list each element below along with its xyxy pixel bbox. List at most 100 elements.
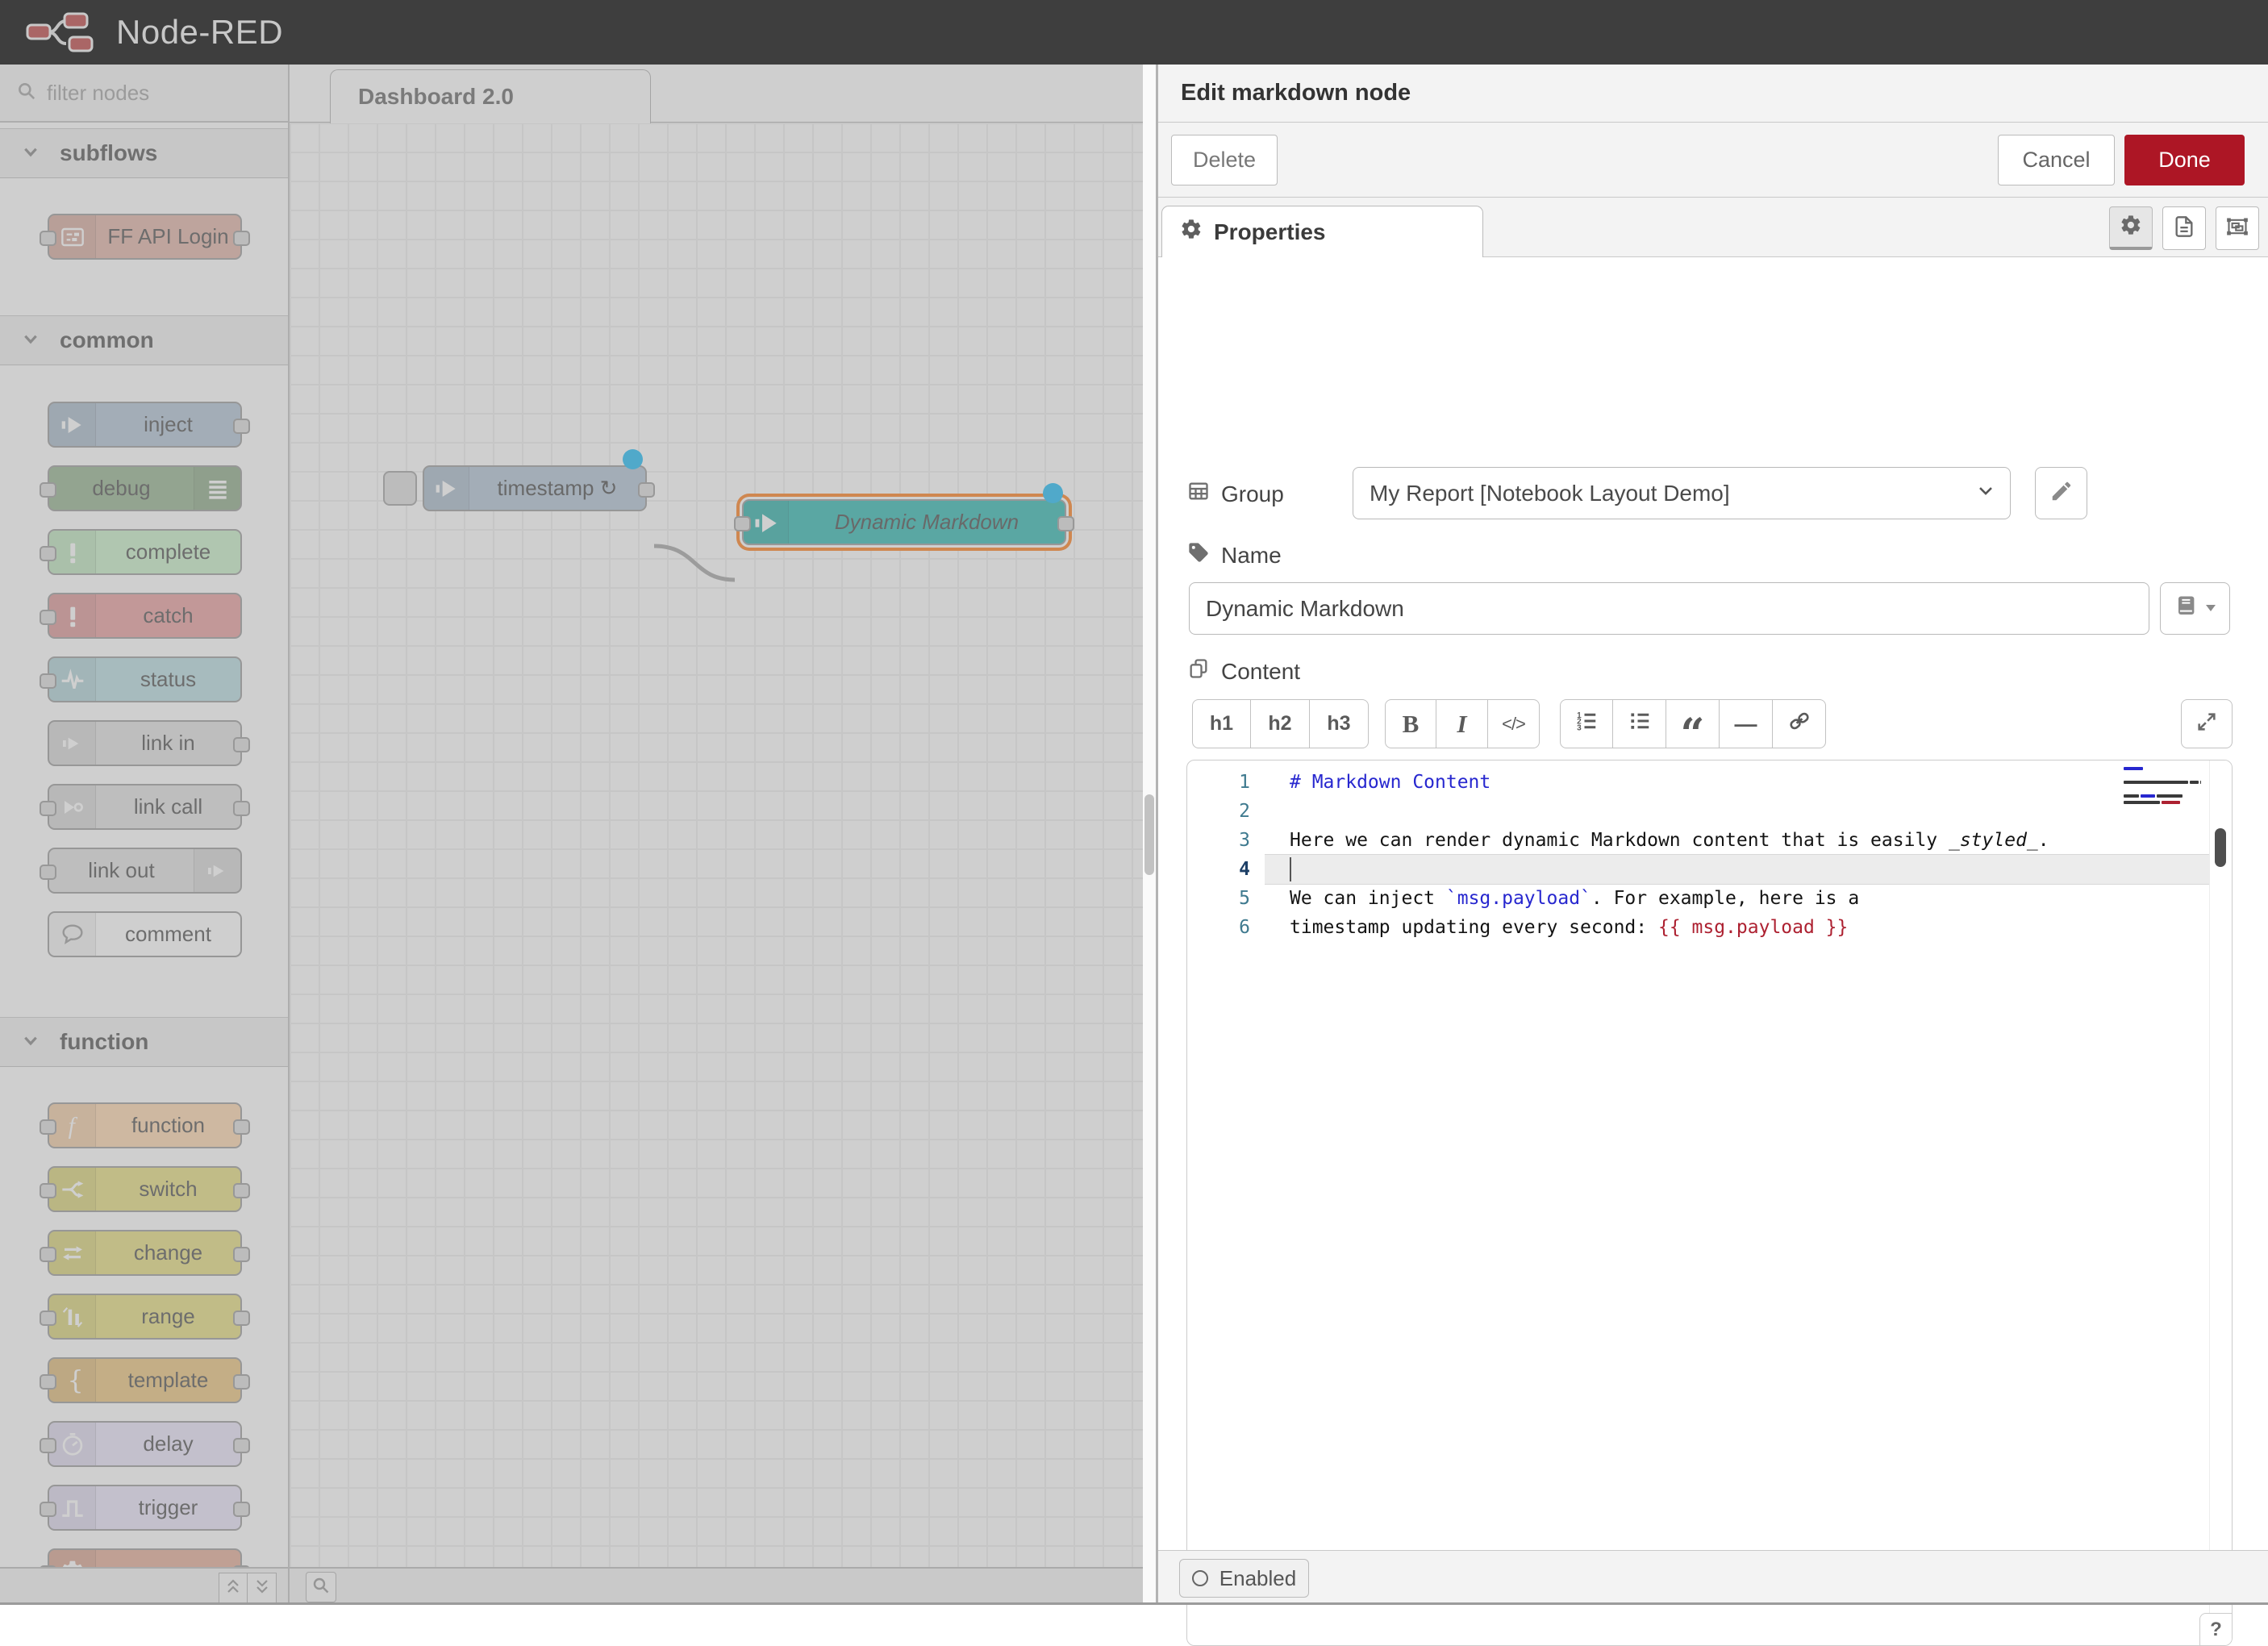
palette-node-range[interactable]: range: [48, 1294, 242, 1340]
palette-node-inject[interactable]: inject: [48, 402, 242, 448]
palette-node-change[interactable]: change: [48, 1230, 242, 1276]
palette-node-label: change: [96, 1231, 240, 1274]
name-field-label: Name: [1187, 541, 1282, 569]
inject-trigger-button[interactable]: [383, 471, 417, 506]
gear-icon: [1180, 218, 1203, 246]
output-port: [233, 419, 250, 434]
cancel-button[interactable]: Cancel: [1998, 135, 2115, 185]
palette-node-trigger[interactable]: trigger: [48, 1485, 242, 1531]
node-red-editor: Node-RED subflowsFF API Logincommoninjec…: [0, 0, 2268, 1605]
palette-node-function[interactable]: ffunction: [48, 1102, 242, 1148]
group-select[interactable]: My Report [Notebook Layout Demo]: [1353, 467, 2011, 519]
expand-icon: [2195, 710, 2218, 737]
token-plain: . For example, here is a: [1591, 888, 1859, 909]
link-button[interactable]: [1773, 699, 1826, 748]
tab-dashboard-2-0[interactable]: Dashboard 2.0: [330, 69, 651, 123]
editor-help-button[interactable]: ?: [2199, 1613, 2232, 1645]
svg-text:f: f: [68, 1113, 77, 1139]
ordered-list-button[interactable]: 123: [1560, 699, 1613, 748]
chevrons-up-icon: [223, 1577, 243, 1600]
output-port: [233, 1119, 250, 1135]
editor-scrollbar-thumb[interactable]: [2215, 828, 2226, 867]
palette-node-debug[interactable]: debug: [48, 465, 242, 511]
palette-node-link-in[interactable]: link in: [48, 720, 242, 766]
palette-node-label: link out: [49, 849, 194, 892]
palette-node-link-out[interactable]: link out: [48, 848, 242, 894]
wire: [290, 181, 1143, 1625]
edit-group-button[interactable]: [2035, 467, 2087, 519]
palette-section-subflows: subflows FF API Login: [0, 128, 288, 315]
name-input[interactable]: [1189, 582, 2149, 635]
bold-button[interactable]: B: [1385, 699, 1436, 748]
palette-category-subflows[interactable]: subflows: [0, 128, 288, 178]
palette-node-link-call[interactable]: link call: [48, 784, 242, 830]
unordered-list-button[interactable]: [1613, 699, 1666, 748]
input-port: [40, 1438, 56, 1453]
markdown-code-editor[interactable]: 1# Markdown Content23Here we can render …: [1186, 760, 2233, 1646]
tab-properties[interactable]: Properties: [1161, 206, 1483, 257]
node-enabled-toggle[interactable]: Enabled: [1179, 1559, 1309, 1598]
palette-node-status[interactable]: status: [48, 656, 242, 702]
node-label: timestamp ↻: [469, 467, 645, 510]
changed-indicator-dot: [1043, 483, 1063, 503]
label-type-button[interactable]: [2160, 582, 2230, 635]
editor-line-3[interactable]: 3Here we can render dynamic Markdown con…: [1187, 826, 2232, 855]
delete-button[interactable]: Delete: [1171, 135, 1278, 185]
code-button[interactable]: </>: [1488, 699, 1540, 748]
line-number: 1: [1187, 768, 1250, 797]
input-port: [40, 1119, 56, 1135]
horizontal-rule-button[interactable]: —: [1720, 699, 1773, 748]
unordered-list-icon: [1628, 709, 1652, 739]
properties-view-button[interactable]: [2109, 206, 2153, 250]
palette-node-comment[interactable]: comment: [48, 911, 242, 957]
input-port: [40, 231, 56, 246]
editor-line-1[interactable]: 1# Markdown Content: [1187, 768, 2232, 797]
editor-line-4[interactable]: 4: [1187, 855, 2232, 884]
expand-all-button[interactable]: [248, 1573, 277, 1603]
palette-node-complete[interactable]: complete: [48, 529, 242, 575]
node-timestamp[interactable]: timestamp ↻: [423, 465, 647, 511]
input-port[interactable]: [734, 516, 751, 531]
palette-category-function[interactable]: function: [0, 1017, 288, 1067]
canvas-zoom-search-button[interactable]: [306, 1572, 336, 1602]
output-port[interactable]: [1057, 516, 1074, 531]
canvas-vertical-scrollbar[interactable]: [1143, 65, 1156, 1605]
description-view-button[interactable]: [2162, 206, 2206, 250]
node-red-logo-icon: [24, 10, 102, 54]
scrollbar-thumb[interactable]: [1144, 794, 1154, 875]
svg-text:3: 3: [1577, 723, 1582, 732]
appearance-view-button[interactable]: [2216, 206, 2259, 250]
editor-line-6[interactable]: 6timestamp updating every second: {{ msg…: [1187, 913, 2232, 942]
canvas-grid[interactable]: timestamp ↻ Dynamic Markdown: [290, 123, 1143, 1567]
palette-node-switch[interactable]: switch: [48, 1166, 242, 1212]
pencil-icon: [2049, 479, 2074, 507]
changed-indicator-dot: [623, 449, 643, 469]
palette-node-catch[interactable]: catch: [48, 593, 242, 639]
chevrons-down-icon: [252, 1577, 272, 1600]
palette-category-common[interactable]: common: [0, 315, 288, 365]
input-port: [40, 482, 56, 498]
link-arrow-icon: [194, 849, 240, 892]
editor-line-5[interactable]: 5We can inject `msg.payload`. For exampl…: [1187, 884, 2232, 913]
heading3-button[interactable]: h3: [1310, 699, 1369, 748]
node-dynamic-markdown[interactable]: Dynamic Markdown: [742, 499, 1066, 545]
palette-node-label: range: [96, 1295, 240, 1338]
input-port: [40, 1374, 56, 1390]
palette-node-ff-api-login[interactable]: FF API Login: [48, 214, 242, 260]
token-plain: .: [2038, 830, 2049, 851]
heading2-button[interactable]: h2: [1251, 699, 1310, 748]
palette-node-delay[interactable]: delay: [48, 1421, 242, 1467]
expand-editor-button[interactable]: [2181, 699, 2233, 748]
editor-minimap: [2124, 767, 2204, 807]
line-number: 4: [1187, 855, 1250, 884]
output-port[interactable]: [638, 482, 655, 498]
input-port: [40, 865, 56, 880]
editor-line-2[interactable]: 2: [1187, 797, 2232, 826]
done-button[interactable]: Done: [2124, 135, 2245, 185]
blockquote-button[interactable]: “: [1666, 699, 1720, 748]
italic-button[interactable]: I: [1436, 699, 1488, 748]
collapse-all-button[interactable]: [219, 1573, 248, 1603]
palette-node-template[interactable]: {template: [48, 1357, 242, 1403]
heading1-button[interactable]: h1: [1192, 699, 1251, 748]
palette-filter-input[interactable]: [47, 81, 248, 106]
